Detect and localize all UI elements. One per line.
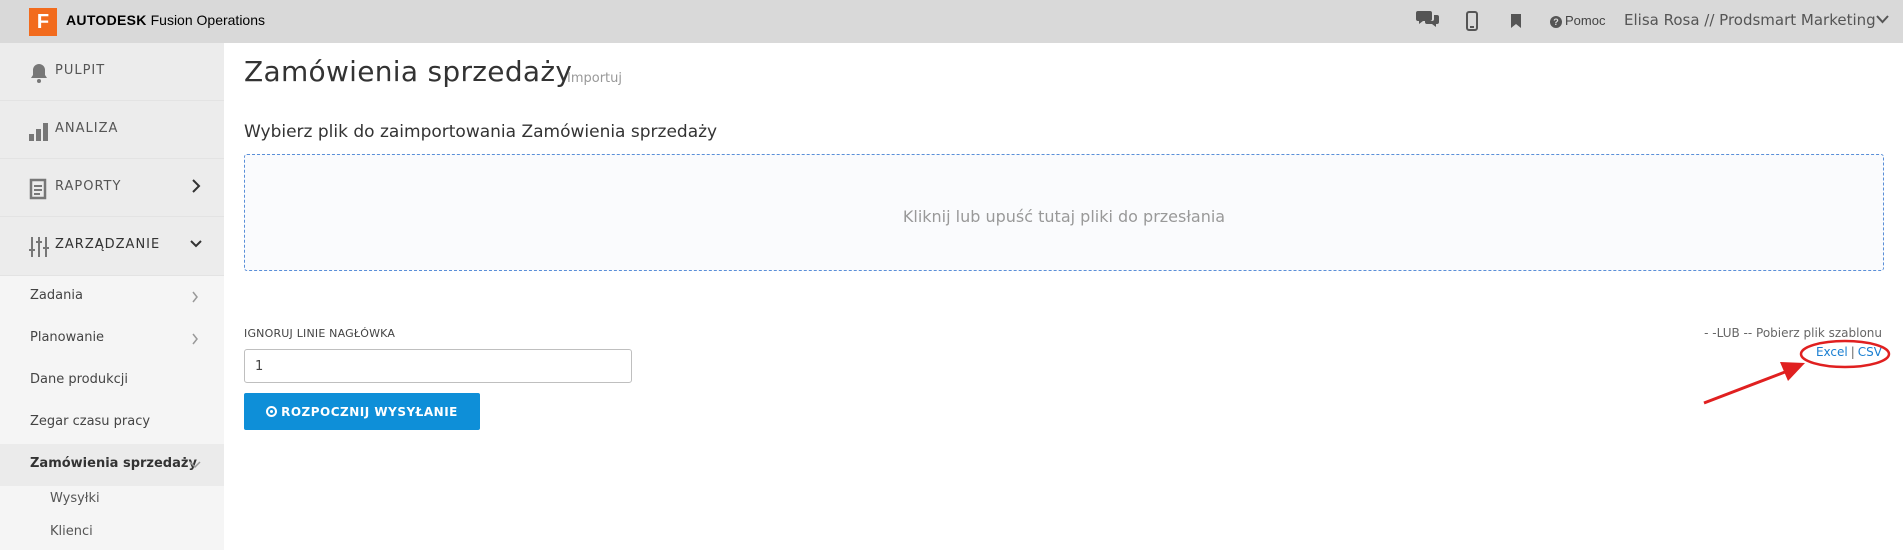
highlight-ellipse [1799, 339, 1891, 369]
annotation-overlay [1703, 339, 1891, 405]
annotation-arrow-line [1703, 370, 1786, 405]
